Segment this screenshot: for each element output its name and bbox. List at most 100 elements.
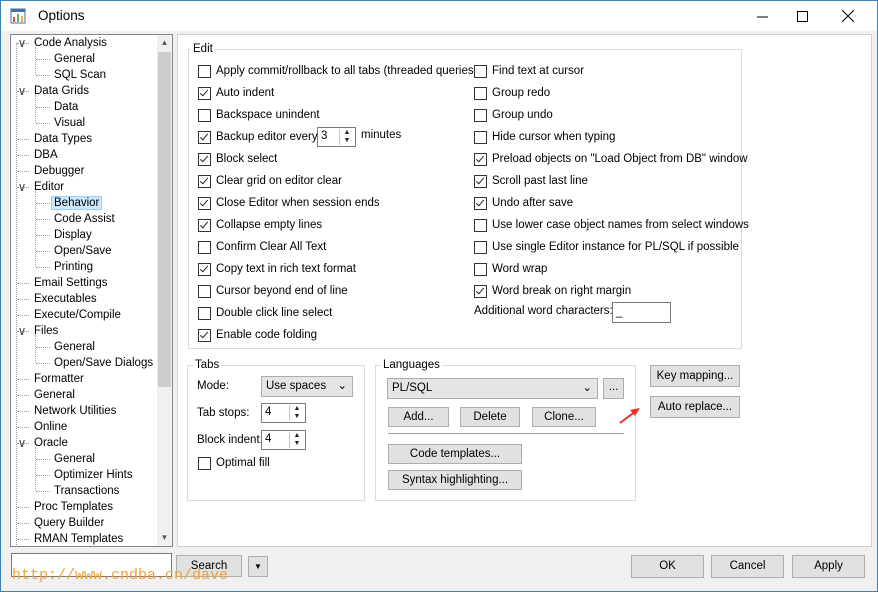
scroll-up-icon[interactable]: ▲ bbox=[157, 35, 172, 51]
edit-option-checkbox[interactable]: Group undo bbox=[474, 107, 553, 123]
checkbox-icon[interactable] bbox=[198, 306, 211, 320]
maximize-button[interactable] bbox=[779, 1, 825, 31]
spin-down-icon[interactable]: ▼ bbox=[340, 137, 354, 145]
auto-replace-button[interactable]: Auto replace... bbox=[650, 396, 740, 418]
tree-item[interactable]: General bbox=[54, 51, 95, 67]
edit-option-checkbox[interactable]: Backup editor every bbox=[198, 129, 318, 145]
checkbox-icon[interactable] bbox=[198, 284, 211, 298]
tree-item[interactable]: Query Builder bbox=[34, 515, 104, 531]
spin-arrows[interactable]: ▲ ▼ bbox=[289, 405, 304, 421]
spin-arrows[interactable]: ▲ ▼ bbox=[339, 129, 354, 145]
checkbox-icon[interactable] bbox=[198, 108, 211, 122]
apply-button[interactable]: Apply bbox=[792, 555, 865, 578]
add-language-button[interactable]: Add... bbox=[388, 407, 449, 427]
scroll-down-icon[interactable]: ▼ bbox=[157, 530, 172, 546]
tab-stops-spinner[interactable]: 4 ▲ ▼ bbox=[261, 403, 306, 423]
edit-option-checkbox[interactable]: Use lower case object names from select … bbox=[474, 217, 749, 233]
edit-option-checkbox[interactable]: Use single Editor instance for PL/SQL if… bbox=[474, 239, 739, 255]
tree-item[interactable]: General bbox=[34, 387, 75, 403]
edit-option-checkbox[interactable]: Group redo bbox=[474, 85, 550, 101]
tree-item[interactable]: Email Settings bbox=[34, 275, 108, 291]
tree-item[interactable]: Debugger bbox=[34, 163, 85, 179]
tree-item[interactable]: General bbox=[54, 339, 95, 355]
edit-option-checkbox[interactable]: Word wrap bbox=[474, 261, 547, 277]
edit-option-checkbox[interactable]: Preload objects on "Load Object from DB"… bbox=[474, 151, 748, 167]
tree-item[interactable]: Printing bbox=[54, 259, 93, 275]
tree-item[interactable]: Online bbox=[34, 419, 67, 435]
checkbox-icon[interactable] bbox=[474, 174, 487, 188]
edit-option-checkbox[interactable]: Find text at cursor bbox=[474, 63, 584, 79]
tree-expander-icon[interactable]: ∨ bbox=[17, 435, 27, 451]
edit-option-checkbox[interactable]: Double click line select bbox=[198, 305, 332, 321]
additional-word-chars-input[interactable]: _ bbox=[612, 302, 671, 323]
checkbox-icon[interactable] bbox=[474, 130, 487, 144]
checkbox-icon[interactable] bbox=[198, 240, 211, 254]
edit-option-checkbox[interactable]: Clear grid on editor clear bbox=[198, 173, 342, 189]
tree-expander-icon[interactable]: ∨ bbox=[17, 179, 27, 195]
optimal-fill-checkbox[interactable]: Optimal fill bbox=[198, 455, 270, 471]
ok-button[interactable]: OK bbox=[631, 555, 704, 578]
checkbox-icon[interactable] bbox=[474, 262, 487, 276]
tree-item[interactable]: Data Types bbox=[34, 131, 92, 147]
edit-option-checkbox[interactable]: Word break on right margin bbox=[474, 283, 631, 299]
checkbox-icon[interactable] bbox=[198, 152, 211, 166]
language-ellipsis-button[interactable]: ... bbox=[603, 378, 624, 399]
tree-item[interactable]: DBA bbox=[34, 147, 58, 163]
checkbox-icon[interactable] bbox=[198, 262, 211, 276]
edit-option-checkbox[interactable]: Backspace unindent bbox=[198, 107, 320, 123]
tree-item[interactable]: Formatter bbox=[34, 371, 84, 387]
tree-expander-icon[interactable]: ∨ bbox=[17, 83, 27, 99]
tree-item[interactable]: Network Utilities bbox=[34, 403, 116, 419]
tree-item[interactable]: Visual bbox=[54, 115, 85, 131]
backup-minutes-spinner[interactable]: 3 ▲ ▼ bbox=[317, 127, 356, 147]
tree-item[interactable]: Proc Templates bbox=[34, 499, 113, 515]
syntax-highlighting-button[interactable]: Syntax highlighting... bbox=[388, 470, 522, 490]
checkbox-icon[interactable] bbox=[198, 130, 211, 144]
tree-scrollbar[interactable]: ▲ ▼ bbox=[157, 35, 172, 546]
edit-option-checkbox[interactable]: Collapse empty lines bbox=[198, 217, 322, 233]
tree-item[interactable]: General bbox=[54, 451, 95, 467]
checkbox-icon[interactable] bbox=[198, 174, 211, 188]
tree-expander-icon[interactable]: ∨ bbox=[17, 35, 27, 51]
code-templates-button[interactable]: Code templates... bbox=[388, 444, 522, 464]
checkbox-icon[interactable] bbox=[198, 196, 211, 210]
edit-option-checkbox[interactable]: Undo after save bbox=[474, 195, 573, 211]
clone-language-button[interactable]: Clone... bbox=[532, 407, 596, 427]
spin-down-icon[interactable]: ▼ bbox=[290, 413, 304, 421]
checkbox-icon[interactable] bbox=[198, 64, 211, 78]
tree-item[interactable]: Optimizer Hints bbox=[54, 467, 133, 483]
checkbox-icon[interactable] bbox=[198, 218, 211, 232]
scroll-thumb[interactable] bbox=[158, 52, 171, 387]
tree-item[interactable]: Executables bbox=[34, 291, 97, 307]
checkbox-icon[interactable] bbox=[474, 64, 487, 78]
tree-item[interactable]: Open/Save Dialogs bbox=[54, 355, 153, 371]
edit-option-checkbox[interactable]: Block select bbox=[198, 151, 277, 167]
tree-item[interactable]: Editor bbox=[34, 179, 64, 195]
tree-item[interactable]: Files bbox=[34, 323, 58, 339]
tree-item[interactable]: Transactions bbox=[54, 483, 119, 499]
edit-option-checkbox[interactable]: Copy text in rich text format bbox=[198, 261, 356, 277]
edit-option-checkbox[interactable]: Cursor beyond end of line bbox=[198, 283, 348, 299]
tree-item[interactable]: Data Grids bbox=[34, 83, 89, 99]
checkbox-icon[interactable] bbox=[198, 456, 211, 470]
tree-item[interactable]: Display bbox=[54, 227, 92, 243]
checkbox-icon[interactable] bbox=[474, 240, 487, 254]
spin-arrows[interactable]: ▲ ▼ bbox=[289, 432, 304, 448]
checkbox-icon[interactable] bbox=[474, 152, 487, 166]
tree-item[interactable]: SQL Scan bbox=[54, 67, 106, 83]
tree-item[interactable]: Open/Save bbox=[54, 243, 112, 259]
checkbox-icon[interactable] bbox=[474, 196, 487, 210]
tree-item[interactable]: RMAN Templates bbox=[34, 531, 123, 546]
mode-select[interactable]: Use spaces ⌄ bbox=[261, 376, 353, 397]
tree-item[interactable]: Execute/Compile bbox=[34, 307, 121, 323]
checkbox-icon[interactable] bbox=[474, 218, 487, 232]
checkbox-icon[interactable] bbox=[474, 108, 487, 122]
close-button[interactable] bbox=[825, 1, 871, 31]
edit-option-checkbox[interactable]: Apply commit/rollback to all tabs (threa… bbox=[198, 63, 477, 79]
edit-option-checkbox[interactable]: Close Editor when session ends bbox=[198, 195, 380, 211]
edit-option-checkbox[interactable]: Enable code folding bbox=[198, 327, 317, 343]
spin-up-icon[interactable]: ▲ bbox=[290, 432, 304, 440]
checkbox-icon[interactable] bbox=[198, 86, 211, 100]
tree-item[interactable]: Oracle bbox=[34, 435, 68, 451]
options-tree[interactable]: ▲ ▼ ∨ Code Analysis General SQL Scan ∨ Data G… bbox=[10, 34, 173, 547]
